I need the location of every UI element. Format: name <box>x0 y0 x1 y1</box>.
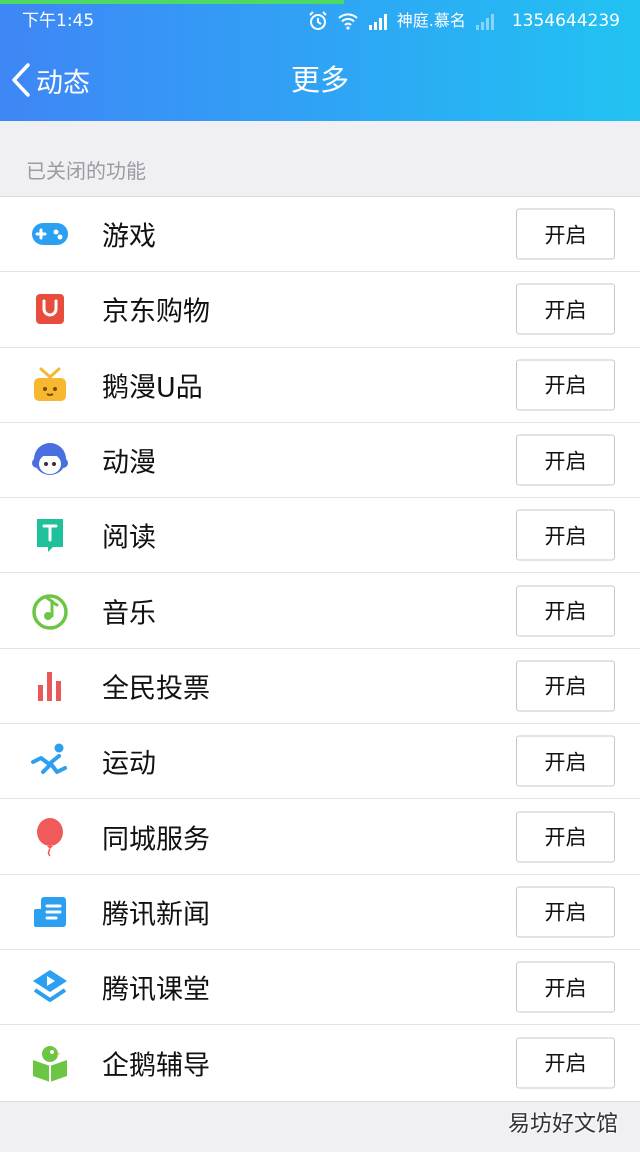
feature-row-tencent-classroom: 腾讯课堂 开启 <box>0 950 640 1026</box>
enable-button[interactable]: 开启 <box>516 208 615 260</box>
feature-name: 京东购物 <box>102 296 210 328</box>
header-bar: 下午1:45 神庭.慕名 1354644239 动态 更多 <box>0 0 640 121</box>
enable-button[interactable]: 开启 <box>516 961 615 1013</box>
status-icons: 神庭.慕名 1354644239 <box>307 6 620 36</box>
book-icon <box>29 514 71 556</box>
status-bar: 下午1:45 神庭.慕名 1354644239 <box>0 6 640 36</box>
enable-button[interactable]: 开启 <box>516 283 615 335</box>
watermark-text: 易坊好文馆 <box>507 1112 618 1137</box>
jd-bag-icon <box>29 288 71 330</box>
penguin-book-icon <box>29 1042 71 1084</box>
feature-row-jd-shopping: 京东购物 开启 <box>0 272 640 348</box>
carrier-name: 神庭.慕名 <box>396 11 466 30</box>
anime-face-icon <box>29 439 71 481</box>
feature-name: 游戏 <box>102 221 156 253</box>
gift-box-icon <box>29 364 71 406</box>
feature-name: 腾讯新闻 <box>102 899 210 931</box>
alarm-clock-icon <box>307 10 329 32</box>
enable-button[interactable]: 开启 <box>516 1037 615 1089</box>
feature-row-tencent-news: 腾讯新闻 开启 <box>0 875 640 950</box>
feature-name: 同城服务 <box>102 824 210 856</box>
classroom-play-icon <box>29 966 71 1008</box>
feature-name: 阅读 <box>102 522 156 554</box>
section-label-closed-features: 已关闭的功能 <box>26 159 146 183</box>
feature-name: 企鹅辅导 <box>102 1050 210 1082</box>
feature-row-reading: 阅读 开启 <box>0 498 640 574</box>
music-note-icon <box>29 590 71 632</box>
feature-list: 游戏 开启 京东购物 开启 鹅漫U品 开启 动漫 开启 阅读 开启 音乐 开启 … <box>0 196 640 1102</box>
enable-button[interactable]: 开启 <box>516 509 615 561</box>
signal-icon-secondary <box>474 10 496 32</box>
feature-row-anime: 动漫 开启 <box>0 423 640 499</box>
feature-row-music: 音乐 开启 <box>0 573 640 649</box>
signal-icon <box>367 10 389 32</box>
enable-button[interactable]: 开启 <box>516 886 615 938</box>
balloon-icon <box>29 816 71 858</box>
feature-row-vote: 全民投票 开启 <box>0 649 640 725</box>
gamepad-icon <box>29 213 71 255</box>
enable-button[interactable]: 开启 <box>516 660 615 712</box>
feature-name: 全民投票 <box>102 673 210 705</box>
feature-name: 鹅漫U品 <box>102 372 203 404</box>
feature-row-eman-upin: 鹅漫U品 开启 <box>0 348 640 423</box>
enable-button[interactable]: 开启 <box>516 585 615 637</box>
feature-name: 运动 <box>102 748 156 780</box>
enable-button[interactable]: 开启 <box>516 434 615 486</box>
feature-row-sports: 运动 开启 <box>0 724 640 800</box>
enable-button[interactable]: 开启 <box>516 359 615 411</box>
feature-name: 动漫 <box>102 447 156 479</box>
status-phone-number: 1354644239 <box>511 11 620 31</box>
runner-icon <box>29 740 71 782</box>
wifi-icon <box>337 10 359 32</box>
feature-name: 音乐 <box>102 598 156 630</box>
feature-name: 腾讯课堂 <box>102 974 210 1006</box>
feature-row-games: 游戏 开启 <box>0 197 640 273</box>
feature-row-penguin-tutor: 企鹅辅导 开启 <box>0 1025 640 1100</box>
load-progress-bar <box>0 0 344 4</box>
page-title: 更多 <box>290 63 349 97</box>
enable-button[interactable]: 开启 <box>516 735 615 787</box>
bar-chart-icon <box>29 665 71 707</box>
status-time: 下午1:45 <box>22 11 95 31</box>
newspaper-icon <box>29 891 71 933</box>
enable-button[interactable]: 开启 <box>516 811 615 863</box>
feature-row-local-service: 同城服务 开启 <box>0 799 640 875</box>
